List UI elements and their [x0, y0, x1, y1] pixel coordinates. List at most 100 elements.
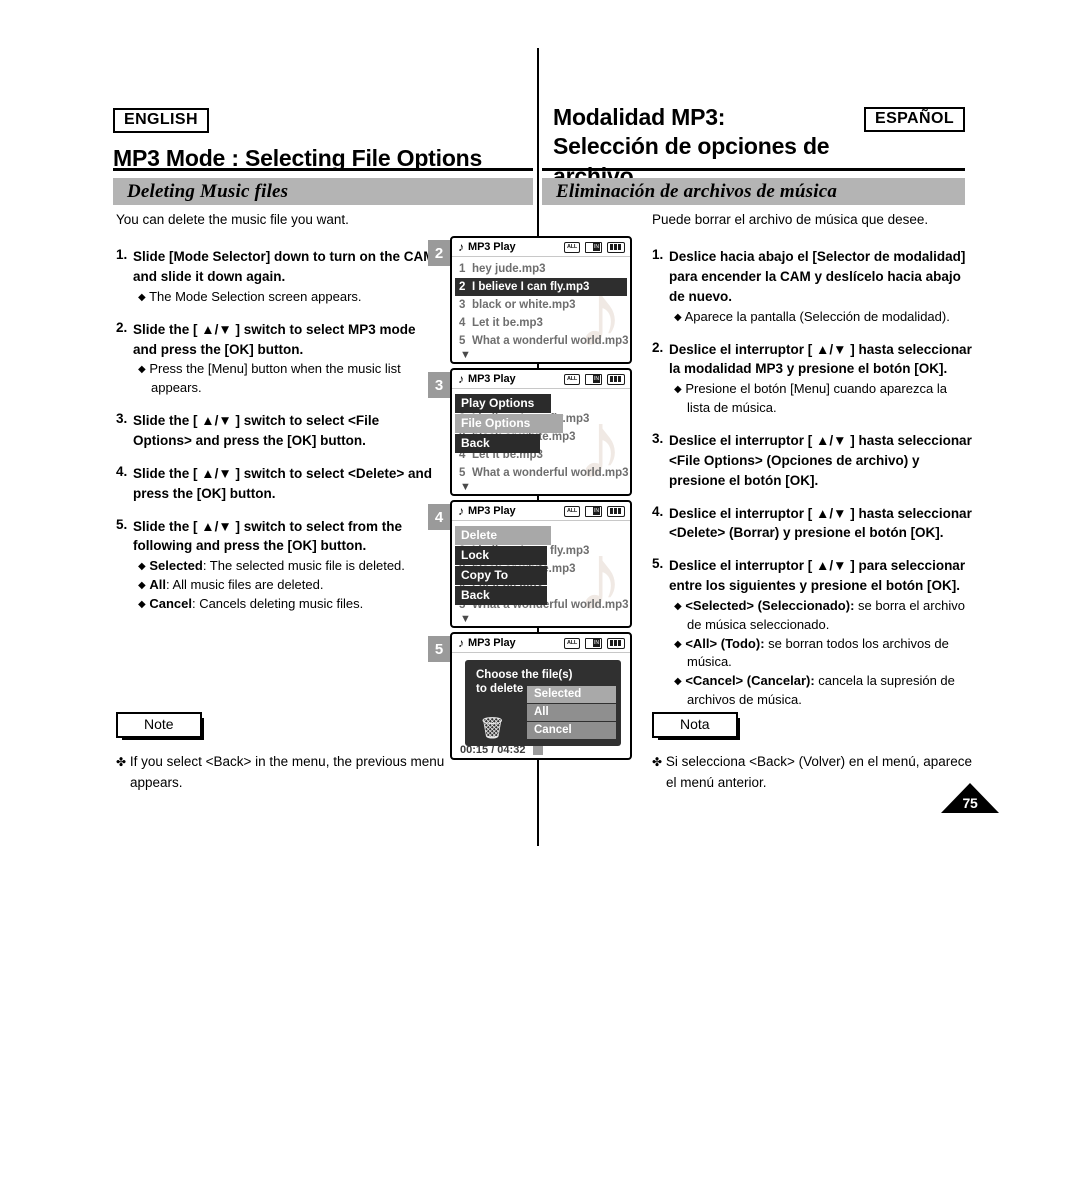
step-bullets: ◆ The Mode Selection screen appears. — [133, 288, 438, 307]
dialog-option[interactable]: All — [527, 704, 616, 721]
spanish-note-label: Nota — [652, 712, 740, 741]
step-bullets: ◆ Press the [Menu] button when the music… — [133, 360, 438, 398]
step-title: Slide the [ ▲/▼ ] switch to select MP3 m… — [133, 321, 416, 357]
step-bullet: ◆ Cancel: Cancels deleting music files. — [138, 595, 364, 611]
menu-item[interactable]: File Options — [455, 414, 563, 433]
scroll-down-icon[interactable]: ▼ — [452, 350, 630, 361]
step-body: Slide the [ ▲/▼ ] switch to select from … — [133, 517, 438, 614]
lcd-status-bar: ♪ MP3 Play ALL IN — [452, 238, 630, 257]
step-number: 2. — [116, 319, 128, 335]
step-body: Deslice el interruptor [ ▲/▼ ] para sele… — [669, 556, 972, 710]
step-bullet: ◆ <All> (Todo): se borran todos los arch… — [674, 635, 949, 670]
menu-item[interactable]: Lock — [455, 546, 547, 565]
memory-card-icon: IN — [585, 637, 602, 649]
track-name: hey jude.mp3 — [472, 263, 546, 275]
lcd-screen-3: 3♪♪MP3 PlayALLIN1hey jude.mp32I believe … — [428, 368, 632, 496]
scroll-down-icon[interactable]: ▼ — [452, 614, 630, 625]
step-bullet: ◆ Selected: The selected music file is d… — [138, 558, 405, 574]
step-item: 4. Slide the [ ▲/▼ ] switch to select <De… — [116, 464, 438, 504]
music-note-icon: ♪ — [458, 240, 464, 254]
menu-item[interactable]: Back — [455, 586, 547, 605]
lcd-title: MP3 Play — [468, 241, 516, 253]
track-row[interactable]: 4 Let it be.mp3 — [452, 314, 630, 332]
step-item: 3. Deslice el interruptor [ ▲/▼ ] hasta s… — [652, 431, 972, 491]
all-repeat-icon: ALL — [564, 505, 580, 517]
step-title: Slide the [ ▲/▼ ] switch to select <Dele… — [133, 465, 433, 501]
english-note-text: ✤ If you select <Back> in the menu, the … — [116, 754, 445, 790]
track-row[interactable]: 2 I believe I can fly.mp3 — [455, 278, 627, 296]
lcd-status-icons: ALL IN — [564, 505, 625, 517]
memory-card-icon: IN — [585, 505, 602, 517]
step-bullets: ◆ <Selected> (Seleccionado): se borra el… — [669, 597, 972, 710]
step-item: 2. Deslice el interruptor [ ▲/▼ ] hasta s… — [652, 340, 972, 418]
lcd-title: MP3 Play — [468, 505, 516, 517]
track-name: Let it be.mp3 — [472, 317, 543, 329]
context-menu: Play Options File Options Back — [455, 394, 563, 454]
step-item: 4. Deslice el interruptor [ ▲/▼ ] hasta s… — [652, 504, 972, 544]
track-row[interactable]: 5 What a wonderful world.mp3 — [452, 332, 630, 350]
menu-item[interactable]: Copy To — [455, 566, 547, 585]
memory-card-icon: IN — [585, 241, 602, 253]
english-section-title: Deleting Music files — [127, 180, 289, 202]
step-body: Deslice hacia abajo el [Selector de moda… — [669, 247, 972, 326]
spanish-note-block: Nota ✤ Si selecciona <Back> (Volver) en … — [652, 712, 982, 793]
step-body: Slide the [ ▲/▼ ] switch to select <Dele… — [133, 464, 438, 504]
battery-icon — [607, 373, 625, 385]
track-number: 4 — [459, 317, 466, 329]
step-body: Slide the [ ▲/▼ ] switch to select MP3 m… — [133, 320, 438, 398]
lcd-display: ♪♪ MP3 Play ALL IN 1hey jude.mp32I believe I… — [450, 236, 632, 364]
lcd-display: ♪♪MP3 PlayALLIN00:15 / 04:32Choose the f… — [450, 632, 632, 760]
english-content-column: You can delete the music file you want. … — [116, 210, 438, 627]
english-note-block: Note ✤ If you select <Back> in the menu,… — [116, 712, 446, 793]
step-item: 5. Deslice el interruptor [ ▲/▼ ] para se… — [652, 556, 972, 710]
lcd-display: ♪♪MP3 PlayALLIN1hey jude.mp32I believe I… — [450, 500, 632, 628]
step-title: Deslice el interruptor [ ▲/▼ ] hasta sel… — [669, 505, 972, 541]
dialog-option[interactable]: Selected — [527, 686, 616, 703]
step-bullets: ◆ Selected: The selected music file is d… — [133, 557, 438, 614]
english-note-body: If you select <Back> in the menu, the pr… — [129, 754, 445, 790]
spanish-header-rule — [542, 168, 965, 171]
spanish-content-column: Puede borrar el archivo de música que de… — [652, 210, 972, 723]
step-title: Slide the [ ▲/▼ ] switch to select from … — [133, 518, 403, 554]
lcd-title: MP3 Play — [468, 637, 516, 649]
track-name: What a wonderful world.mp3 — [472, 467, 629, 479]
menu-item[interactable]: Delete — [455, 526, 551, 545]
step-item: 3. Slide the [ ▲/▼ ] switch to select <Fi… — [116, 411, 438, 451]
step-number: 3. — [652, 431, 664, 446]
all-repeat-icon: ALL — [564, 241, 580, 253]
english-note-label: Note — [116, 712, 204, 741]
spanish-section-title: Eliminación de archivos de música — [556, 180, 838, 202]
step-bullet: ◆ Press the [Menu] button when the music… — [138, 361, 401, 396]
page-number: 75 — [962, 795, 978, 811]
lcd-screen-4: 4♪♪MP3 PlayALLIN1hey jude.mp32I believe … — [428, 500, 632, 628]
music-note-icon: ♪ — [458, 372, 464, 386]
manual-page: ENGLISH MP3 Mode : Selecting File Option… — [0, 0, 1080, 1177]
step-badge: 4 — [428, 504, 450, 530]
track-row[interactable]: 1 hey jude.mp3 — [452, 260, 630, 278]
step-badge: 3 — [428, 372, 450, 398]
track-row[interactable]: 5 What a wonderful world.mp3 — [452, 464, 630, 482]
step-body: Deslice el interruptor [ ▲/▼ ] hasta sel… — [669, 431, 972, 491]
scroll-down-icon[interactable]: ▼ — [452, 482, 630, 493]
all-repeat-icon: ALL — [564, 637, 580, 649]
menu-item[interactable]: Play Options — [455, 394, 551, 413]
english-section-banner: Deleting Music files — [113, 178, 533, 205]
step-bullet: ◆ All: All music files are deleted. — [138, 577, 324, 593]
step-bullet: ◆ The Mode Selection screen appears. — [138, 288, 362, 304]
step-bullets: ◆ Presione el botón [Menu] cuando aparez… — [669, 380, 972, 418]
context-menu: Delete Lock Copy To Back — [455, 526, 551, 606]
dialog-option[interactable]: Cancel — [527, 722, 616, 739]
step-title: Deslice el interruptor [ ▲/▼ ] hasta sel… — [669, 341, 972, 377]
battery-icon — [607, 637, 625, 649]
spanish-section-banner: Eliminación de archivos de música — [542, 178, 965, 205]
track-number: 2 — [459, 281, 466, 293]
step-item: 1. Deslice hacia abajo el [Selector de mo… — [652, 247, 972, 326]
step-item: 1. Slide [Mode Selector] down to turn on … — [116, 247, 438, 307]
step-badge: 5 — [428, 636, 450, 662]
step-title: Deslice el interruptor [ ▲/▼ ] hasta sel… — [669, 433, 972, 488]
step-number: 5. — [116, 516, 128, 532]
music-note-icon: ♪ — [458, 636, 464, 650]
track-number: 3 — [459, 299, 466, 311]
menu-item[interactable]: Back — [455, 434, 540, 453]
track-row[interactable]: 3 black or white.mp3 — [452, 296, 630, 314]
